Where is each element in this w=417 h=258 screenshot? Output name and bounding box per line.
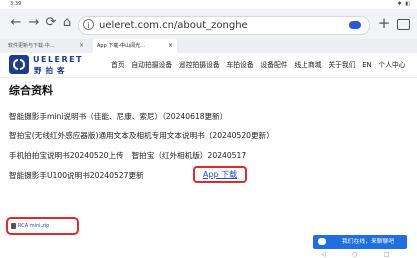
tab-label: App 下载-中山阅光... bbox=[97, 43, 145, 49]
url-text[interactable]: ueleret.com.cn/about_zonghe bbox=[99, 17, 248, 34]
extension-icon[interactable] bbox=[349, 21, 361, 29]
doc-row: 手机拍拍宝说明书20240520上传 智拍宝（红外相机版）20240517 bbox=[9, 150, 246, 161]
app-download-label[interactable]: App 下载 bbox=[195, 168, 245, 181]
page-title: 综合资料 bbox=[9, 84, 53, 97]
nav-english[interactable]: EN bbox=[362, 61, 371, 69]
nav-car-shooting[interactable]: 车拍设备 bbox=[226, 61, 253, 69]
logo-text-cn[interactable]: 野拍客 bbox=[34, 65, 69, 76]
doc-link[interactable]: 智能摄影手mini说明书（佳能、尼康、索尼）（20240618更新） bbox=[9, 111, 227, 122]
tab-app-download[interactable]: App 下载-中山阅光... × bbox=[93, 39, 177, 53]
tab-close-icon[interactable]: × bbox=[168, 39, 173, 53]
doc-link[interactable]: 手机拍拍宝说明书20240520上传 bbox=[9, 151, 124, 160]
tab-close-icon[interactable]: × bbox=[79, 39, 84, 53]
tab-strip: 软件更新与下载-中... × App 下载-中山阅光... × bbox=[0, 39, 417, 54]
home-button[interactable]: ⌂ bbox=[59, 15, 75, 31]
nav-about-us[interactable]: 关于我们 bbox=[328, 61, 355, 69]
logo-text-en[interactable]: UELERET bbox=[33, 55, 83, 64]
nav-accessories[interactable]: 设备配件 bbox=[260, 61, 287, 69]
browser-toolbar: ← → ⟳ ⌂ i ueleret.com.cn/about_zonghe + bbox=[0, 9, 417, 39]
status-icons: ✱ ◧ bbox=[397, 1, 411, 7]
main-nav: 首页 自动拍摄设备 遥控拍摄设备 车拍设备 设备配件 线上商城 关于我们 EN … bbox=[111, 53, 410, 77]
tab-switcher-icon[interactable] bbox=[397, 19, 410, 30]
brand-logo-icon[interactable] bbox=[9, 55, 29, 74]
refresh-button[interactable]: ⟳ bbox=[43, 15, 59, 31]
forward-button[interactable]: → bbox=[26, 15, 42, 31]
nav-home[interactable]: 首页 bbox=[111, 61, 125, 69]
nav-online-store[interactable]: 线上商城 bbox=[294, 61, 321, 69]
doc-link[interactable]: 智拍宝（红外相机版）20240517 bbox=[132, 151, 247, 160]
info-icon[interactable]: i bbox=[83, 19, 94, 30]
back-button[interactable]: ← bbox=[8, 15, 24, 31]
android-nav-bar: ◁ ○ □ bbox=[300, 251, 417, 258]
address-bar[interactable]: i ueleret.com.cn/about_zonghe bbox=[78, 16, 370, 35]
status-bar: 3:39 ✱ ◧ bbox=[0, 0, 417, 9]
tab-software-update[interactable]: 软件更新与下载-中... × bbox=[4, 39, 88, 53]
nav-recent-icon[interactable]: □ bbox=[384, 251, 390, 258]
nav-auto-shooting[interactable]: 自动拍摄设备 bbox=[131, 61, 172, 69]
nav-home-icon[interactable]: ○ bbox=[352, 251, 357, 258]
attachment-link[interactable]: RCA mini.zip bbox=[6, 217, 79, 235]
site-header: UELERET 野拍客 首页 自动拍摄设备 遥控拍摄设备 车拍设备 设备配件 线… bbox=[0, 53, 417, 78]
chat-widget[interactable]: 我们在线，来聊聊吧 bbox=[313, 235, 407, 249]
app-download-link[interactable]: App 下载 bbox=[193, 166, 247, 183]
doc-link[interactable]: 智能摄影手U100说明书20240527更新 bbox=[9, 170, 144, 181]
nav-back-icon[interactable]: ◁ bbox=[321, 251, 326, 258]
chat-icon bbox=[318, 238, 326, 245]
chat-label[interactable]: 我们在线，来聊聊吧 bbox=[342, 235, 394, 249]
nav-user-center[interactable]: 个人中心 bbox=[378, 61, 405, 69]
attachment-name[interactable]: RCA mini.zip bbox=[18, 219, 49, 233]
file-icon bbox=[11, 223, 16, 229]
nav-remote-shooting[interactable]: 遥控拍摄设备 bbox=[179, 61, 220, 69]
new-tab-button[interactable]: + bbox=[377, 15, 391, 31]
doc-link[interactable]: 智拍宝(无线红外感应器版)通用文本及相机专用文本说明书（20240520更新） bbox=[9, 130, 274, 141]
clock: 3:39 bbox=[10, 1, 22, 7]
tab-label: 软件更新与下载-中... bbox=[8, 43, 55, 49]
